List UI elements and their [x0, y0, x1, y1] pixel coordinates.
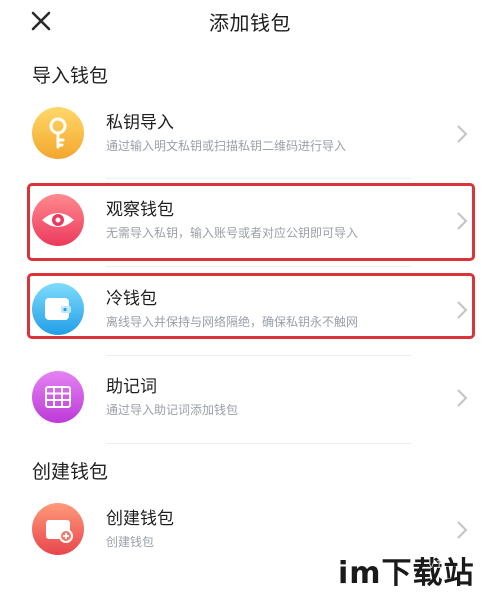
list-item-mnemonic[interactable]: 助记词 通过导入助记词添加钱包: [24, 358, 480, 442]
chevron-right-icon: [456, 388, 468, 408]
page-title: 添加钱包: [209, 11, 291, 35]
list-item-private-key-import[interactable]: 私钥导入 通过输入明文私钥或扫描私钥二维码进行导入: [24, 94, 480, 178]
divider: [106, 178, 411, 179]
mnemonic-grid-icon: [32, 371, 84, 423]
item-description: 通过输入明文私钥或扫描私钥二维码进行导入: [106, 139, 347, 153]
watermark: im下载站 v1: [338, 548, 475, 592]
item-label: 私钥导入: [106, 113, 174, 133]
item-description: 通过导入助记词添加钱包: [106, 403, 239, 417]
chevron-right-icon: [456, 124, 468, 144]
divider: [106, 443, 411, 444]
watermark-text: im下载站: [338, 556, 475, 591]
create-wallet-icon: [32, 503, 84, 555]
watermark-sub: v1: [428, 558, 444, 571]
item-label: 创建钱包: [106, 509, 174, 529]
divider: [106, 355, 411, 356]
chevron-right-icon: [456, 520, 468, 540]
highlight-box-watch-wallet: [27, 183, 475, 261]
key-icon: [32, 107, 84, 159]
highlight-box-cold-wallet: [27, 273, 475, 339]
section-title-create: 创建钱包: [32, 461, 109, 483]
divider: [106, 266, 411, 267]
section-title-import: 导入钱包: [32, 65, 109, 87]
item-description: 创建钱包: [106, 535, 155, 549]
top-bar: 添加钱包: [0, 0, 500, 42]
item-label: 助记词: [106, 377, 157, 397]
